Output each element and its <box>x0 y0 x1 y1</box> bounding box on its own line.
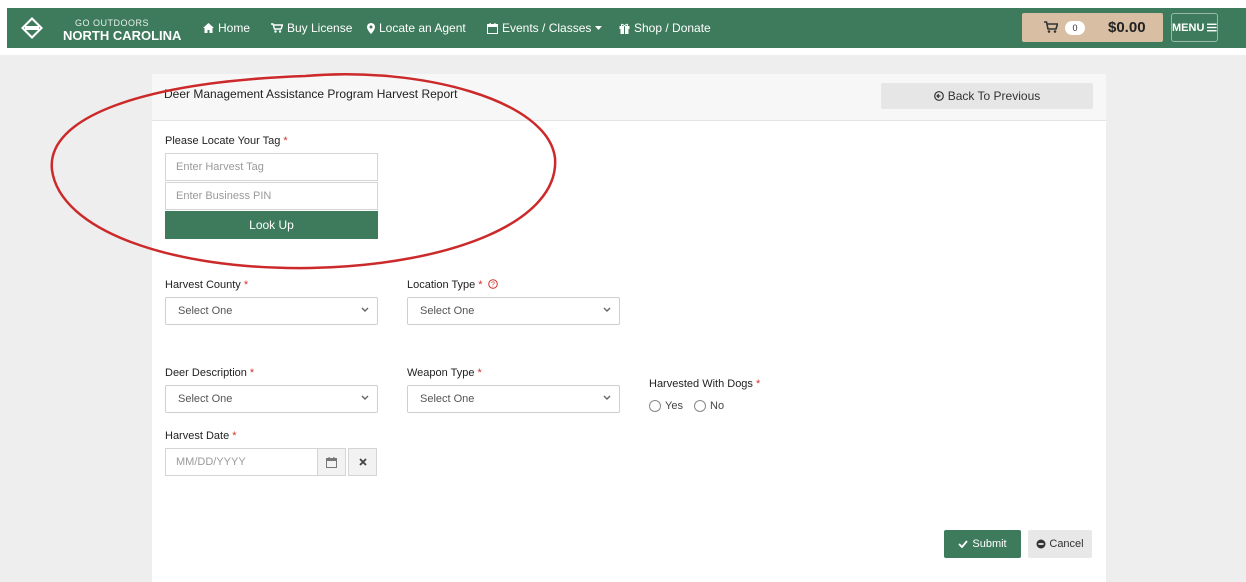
nav-home-label: Home <box>218 21 251 35</box>
nav-buy-license[interactable]: Buy License <box>271 21 352 35</box>
menu-button[interactable]: MENU <box>1171 13 1218 42</box>
nav-locate-agent-label: Locate an Agent <box>379 21 466 35</box>
gift-icon <box>619 23 630 34</box>
logo-icon[interactable] <box>20 16 44 40</box>
clear-date-button[interactable] <box>348 448 377 476</box>
dogs-yes-option[interactable]: Yes <box>649 400 683 413</box>
minus-circle-icon <box>1036 539 1046 549</box>
harvested-with-dogs-label: Harvested With Dogs * <box>649 378 761 390</box>
cart-icon <box>1044 21 1058 33</box>
weapon-type-label: Weapon Type * <box>407 367 482 379</box>
location-type-value: Select One <box>420 305 475 317</box>
home-icon <box>203 23 214 33</box>
chevron-down-icon <box>603 395 611 400</box>
weapon-type-select[interactable]: Select One <box>407 385 620 413</box>
location-type-select[interactable]: Select One <box>407 297 620 325</box>
nav-shop-label: Shop / Donate <box>634 21 711 35</box>
dogs-radio-group: Yes No <box>649 400 724 413</box>
cart-icon <box>271 23 283 33</box>
cart-count-badge: 0 <box>1065 21 1085 35</box>
harvest-date-input[interactable]: MM/DD/YYYY <box>165 448 318 476</box>
top-bar: GO OUTDOORS NORTH CAROLINA Home Buy Lice… <box>0 0 1246 55</box>
nav-home[interactable]: Home <box>203 21 250 35</box>
brand-tagline: GO OUTDOORS <box>75 18 150 28</box>
business-pin-input[interactable]: Enter Business PIN <box>165 182 378 210</box>
menu-label: MENU <box>1172 21 1205 34</box>
brand-name[interactable]: NORTH CAROLINA <box>63 28 181 43</box>
location-type-label: Location Type * ? <box>407 279 498 291</box>
nav-events[interactable]: Events / Classes <box>487 21 603 35</box>
deer-description-label: Deer Description * <box>165 367 255 379</box>
cart-summary[interactable]: 0 $0.00 <box>1022 13 1163 42</box>
cancel-label: Cancel <box>1049 538 1084 550</box>
nav-events-label: Events / Classes <box>502 21 592 35</box>
cancel-button[interactable]: Cancel <box>1028 530 1092 558</box>
help-icon[interactable]: ? <box>487 279 498 289</box>
harvest-report-panel: Deer Management Assistance Program Harve… <box>152 74 1106 582</box>
map-marker-icon <box>367 22 375 34</box>
back-label: Back To Previous <box>947 89 1041 103</box>
no-radio[interactable] <box>694 400 707 413</box>
circle-arrow-left-icon <box>933 91 944 101</box>
deer-description-value: Select One <box>178 393 233 405</box>
harvest-tag-input[interactable]: Enter Harvest Tag <box>165 153 378 181</box>
harvest-county-label: Harvest County * <box>165 279 249 291</box>
calendar-icon <box>487 22 498 34</box>
svg-text:?: ? <box>491 282 495 289</box>
caret-down-icon <box>595 25 603 30</box>
nav-shop[interactable]: Shop / Donate <box>619 21 711 35</box>
required-marker: * <box>283 135 288 147</box>
harvest-county-select[interactable]: Select One <box>165 297 378 325</box>
weapon-type-value: Select One <box>420 393 475 405</box>
submit-button[interactable]: Submit <box>944 530 1021 558</box>
yes-radio[interactable] <box>649 400 661 413</box>
chevron-down-icon <box>361 307 369 312</box>
submit-label: Submit <box>972 538 1007 550</box>
calendar-icon <box>326 456 337 468</box>
nav-buy-license-label: Buy License <box>287 21 353 35</box>
back-to-previous-button[interactable]: Back To Previous <box>881 83 1093 109</box>
calendar-button[interactable] <box>317 448 346 476</box>
harvest-county-value: Select One <box>178 305 233 317</box>
chevron-down-icon <box>603 307 611 312</box>
deer-description-select[interactable]: Select One <box>165 385 378 413</box>
panel-header: Deer Management Assistance Program Harve… <box>152 74 1106 121</box>
close-icon <box>358 458 367 466</box>
page-title: Deer Management Assistance Program Harve… <box>164 87 458 101</box>
locate-tag-label: Please Locate Your Tag * <box>165 135 288 147</box>
harvest-date-label: Harvest Date * <box>165 430 237 442</box>
checkmark-icon <box>958 540 969 548</box>
hamburger-icon <box>1207 23 1217 32</box>
dogs-no-option[interactable]: No <box>694 400 724 413</box>
look-up-button[interactable]: Look Up <box>165 211 378 239</box>
cart-total: $0.00 <box>1108 19 1146 36</box>
chevron-down-icon <box>361 395 369 400</box>
main-navbar: GO OUTDOORS NORTH CAROLINA Home Buy Lice… <box>7 8 1246 48</box>
nav-locate-agent[interactable]: Locate an Agent <box>367 21 466 35</box>
